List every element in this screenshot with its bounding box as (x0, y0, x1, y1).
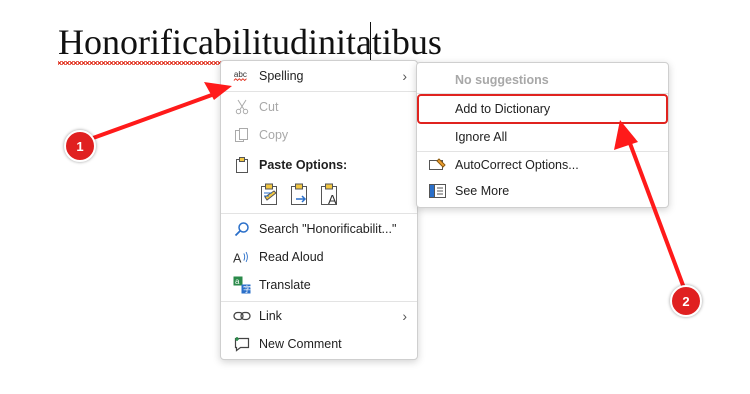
annotation-arrows (81, 82, 686, 289)
annotation-marker-1: 1 (64, 130, 96, 162)
annotation-marker-2: 2 (670, 285, 702, 317)
